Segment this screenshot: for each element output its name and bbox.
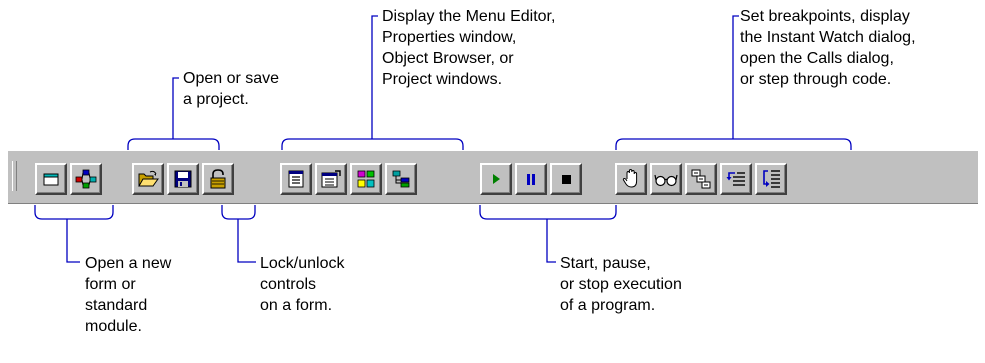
open-save-leader bbox=[172, 77, 179, 139]
new-form-button[interactable] bbox=[35, 163, 67, 195]
module-icon bbox=[75, 169, 97, 189]
hand-icon bbox=[622, 168, 638, 188]
start-button[interactable] bbox=[480, 163, 512, 195]
toolbar-grip[interactable] bbox=[12, 161, 17, 191]
menu-editor-button[interactable] bbox=[280, 163, 312, 195]
glasses-icon bbox=[654, 174, 678, 187]
form-icon bbox=[43, 173, 59, 186]
run-bracket bbox=[479, 205, 617, 220]
properties-icon bbox=[321, 170, 341, 188]
stop-button[interactable] bbox=[550, 163, 582, 195]
windows-leader bbox=[371, 15, 378, 139]
standard-toolbar bbox=[8, 150, 978, 204]
floppy-disk-icon bbox=[174, 170, 192, 188]
open-folder-icon bbox=[138, 170, 159, 187]
save-project-button[interactable] bbox=[167, 163, 199, 195]
new-module-button[interactable] bbox=[70, 163, 102, 195]
lock-controls-button[interactable] bbox=[202, 163, 234, 195]
play-icon bbox=[493, 174, 500, 184]
object-browser-icon bbox=[357, 170, 375, 188]
step-into-button[interactable] bbox=[720, 163, 752, 195]
calls-button[interactable] bbox=[685, 163, 717, 195]
lock-bracket bbox=[221, 205, 256, 220]
pause-button[interactable] bbox=[515, 163, 547, 195]
open-project-button[interactable] bbox=[132, 163, 164, 195]
run-leader bbox=[546, 219, 556, 263]
new-form-leader bbox=[66, 219, 80, 263]
stop-icon bbox=[562, 175, 571, 184]
instant-watch-button[interactable] bbox=[650, 163, 682, 195]
properties-window-button[interactable] bbox=[315, 163, 347, 195]
menu-editor-icon bbox=[288, 170, 304, 188]
project-window-icon bbox=[392, 170, 410, 188]
step-over-button[interactable] bbox=[755, 163, 787, 195]
breakpoint-button[interactable] bbox=[615, 163, 647, 195]
step-into-icon bbox=[726, 172, 745, 186]
debug-leader bbox=[732, 15, 739, 139]
padlock-icon bbox=[210, 169, 226, 189]
calls-icon bbox=[691, 169, 711, 189]
step-over-icon bbox=[763, 170, 780, 188]
pause-icon bbox=[527, 174, 535, 185]
project-window-button[interactable] bbox=[385, 163, 417, 195]
object-browser-button[interactable] bbox=[350, 163, 382, 195]
lock-leader bbox=[237, 219, 256, 263]
new-form-bracket bbox=[34, 205, 114, 220]
